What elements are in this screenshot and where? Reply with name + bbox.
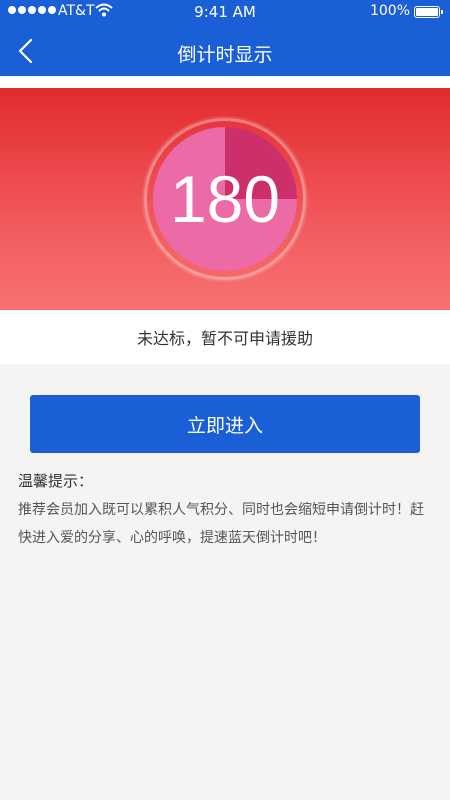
top-bar: AT&T 9:41 AM 100% 倒计时显示 (0, 0, 450, 76)
countdown-ring: 180 (144, 118, 306, 280)
page-title: 倒计时显示 (177, 44, 273, 66)
countdown-circle: 180 (153, 127, 297, 271)
tips-title: 温馨提示： (18, 472, 94, 490)
battery-percent: 100% (369, 3, 410, 19)
divider-strip (0, 76, 450, 88)
countdown-hero: 180 (0, 88, 450, 310)
battery-icon (414, 6, 443, 18)
enter-now-button[interactable]: 立即进入 (30, 395, 420, 453)
status-message: 未达标，暂不可申请援助 (0, 310, 450, 364)
tips-body: 推荐会员加入既可以累积人气积分、同时也会缩短申请倒计时！赶快进入爱的分享、心的呼… (18, 502, 424, 546)
countdown-value: 180 (169, 162, 281, 236)
status-bar: AT&T 9:41 AM 100% (0, 0, 450, 24)
